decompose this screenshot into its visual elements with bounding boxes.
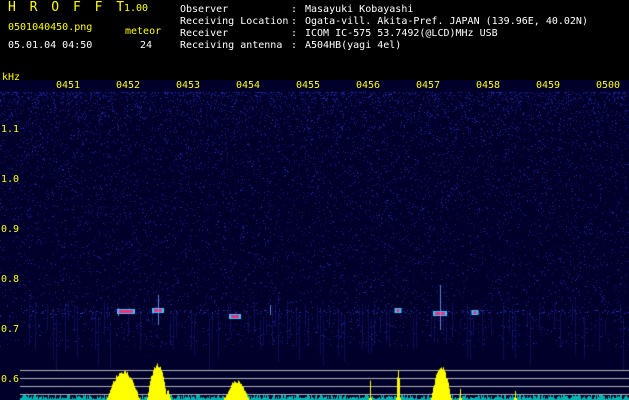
meteor-label: meteor [125, 26, 162, 37]
time-tick-label: 0456 [356, 80, 381, 91]
app-title: H R O F F T [8, 0, 128, 15]
antenna-value: A504HB(yagi 4el) [305, 40, 402, 51]
file-name: 0501040450.png [8, 22, 93, 33]
file-datetime: 05.01.04 04:50 [8, 40, 93, 51]
receiver-colon: : [291, 28, 298, 39]
observer-label: Observer [180, 4, 229, 15]
time-tick-label: 0451 [56, 80, 81, 91]
receiver-value: ICOM IC-575 53.7492(@LCD)MHz USB [305, 28, 498, 39]
antenna-label: Receiving antenna [180, 40, 283, 51]
receiver-label: Receiver [180, 28, 229, 39]
location-label: Receiving Location [180, 16, 289, 27]
time-tick-label: 0457 [416, 80, 441, 91]
time-tick-label: 0458 [476, 80, 501, 91]
time-tick-label: 0452 [116, 80, 141, 91]
freq-tick-label: 0.8 [1, 274, 20, 285]
antenna-colon: : [291, 40, 298, 51]
freq-tick-label: 1.1 [1, 124, 20, 135]
location-colon: : [291, 16, 298, 27]
time-tick-label: 0455 [296, 80, 321, 91]
location-value: Ogata-vill. Akita-Pref. JAPAN (139.96E, … [305, 16, 588, 27]
time-tick-label: 0454 [236, 80, 261, 91]
freq-tick-label: 0.6 [1, 374, 20, 385]
header-panel: H R O F F T 1.00 0501040450.png meteor 0… [0, 0, 629, 83]
observer-colon: : [291, 4, 298, 15]
time-tick-label: 0500 [596, 80, 621, 91]
observer-value: Masayuki Kobayashi [305, 4, 414, 15]
app-version: 1.00 [124, 3, 149, 14]
freq-tick-label: 0.9 [1, 224, 20, 235]
time-tick-label: 0453 [176, 80, 201, 91]
meteor-count: 24 [140, 40, 153, 51]
time-tick-label: 0459 [536, 80, 561, 91]
freq-tick-label: 1.0 [1, 174, 20, 185]
freq-tick-label: 0.7 [1, 324, 20, 335]
spectrogram-canvas [0, 80, 629, 400]
